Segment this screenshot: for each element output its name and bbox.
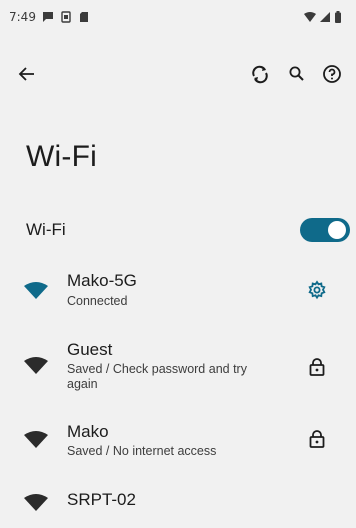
toggle-knob	[328, 221, 346, 239]
network-name: SRPT-02	[67, 490, 136, 509]
chat-notification-icon	[42, 11, 54, 23]
help-icon	[323, 65, 341, 83]
gear-icon	[308, 280, 326, 300]
top-app-bar	[0, 54, 356, 94]
network-item[interactable]: Guest Saved / Check password and try aga…	[0, 340, 356, 398]
help-button[interactable]	[320, 62, 344, 86]
refresh-button[interactable]	[248, 62, 272, 86]
network-item[interactable]: Mako-5G Connected	[0, 268, 356, 316]
search-button[interactable]	[285, 62, 309, 86]
network-name: Guest	[67, 340, 113, 359]
wifi-toggle-label: Wi-Fi	[26, 220, 66, 239]
network-status: Connected	[67, 294, 128, 308]
status-bar-right	[304, 11, 346, 23]
lock-icon	[309, 430, 325, 448]
wifi-icon	[24, 280, 48, 300]
wifi-toggle-switch[interactable]	[300, 218, 350, 242]
wifi-icon	[24, 429, 48, 449]
status-bar: 7:49	[0, 0, 356, 34]
wifi-icon	[24, 355, 48, 375]
status-bar-left: 7:49	[9, 10, 90, 24]
network-status: Saved / No internet access	[67, 444, 217, 458]
page-title: Wi-Fi	[26, 140, 97, 173]
network-name: Mako-5G	[67, 271, 137, 290]
wifi-signal-icon	[304, 11, 316, 23]
lock-icon	[309, 358, 325, 376]
network-lock	[306, 428, 328, 450]
network-item[interactable]: Mako Saved / No internet access	[0, 422, 356, 462]
battery-icon	[334, 11, 346, 23]
search-icon	[289, 66, 304, 81]
network-lock	[306, 356, 328, 378]
status-time: 7:49	[9, 10, 36, 24]
sd-card-icon	[78, 11, 90, 23]
back-arrow-icon	[18, 67, 34, 81]
network-item[interactable]: SRPT-02	[0, 488, 356, 518]
back-button[interactable]	[14, 62, 38, 86]
network-name: Mako	[67, 422, 109, 441]
network-status: Saved / Check password and try again	[67, 362, 247, 391]
wifi-toggle-row[interactable]: Wi-Fi	[0, 210, 356, 250]
refresh-icon	[252, 65, 268, 84]
wifi-icon	[24, 492, 48, 512]
screenshot-icon	[60, 11, 72, 23]
network-settings-button[interactable]	[306, 279, 328, 301]
cell-signal-icon	[319, 11, 331, 23]
